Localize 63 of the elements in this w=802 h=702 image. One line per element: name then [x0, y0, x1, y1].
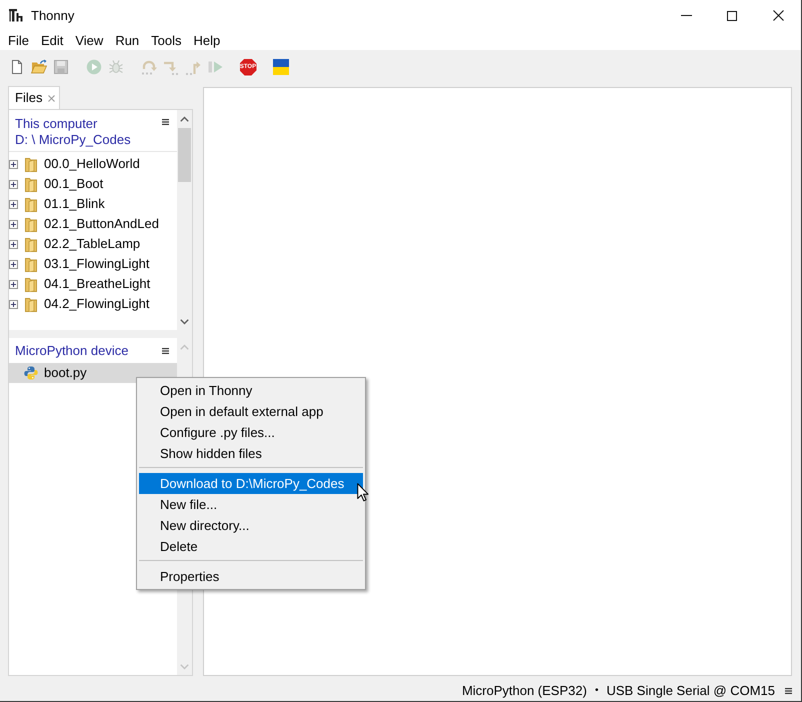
new-file-icon[interactable]: [9, 59, 25, 75]
menu-item[interactable]: Configure .py files...: [139, 422, 363, 443]
expander-icon[interactable]: [9, 260, 18, 268]
expander-icon[interactable]: [9, 220, 18, 228]
menu-bar-item[interactable]: Run: [109, 31, 146, 50]
tree-row[interactable]: 04.2_FlowingLight: [9, 294, 177, 314]
menu-item[interactable]: Open in Thonny: [139, 380, 363, 401]
open-folder-icon[interactable]: [31, 59, 47, 75]
folder-icon: [25, 176, 37, 192]
menu-icon[interactable]: [162, 119, 169, 125]
interpreter-label[interactable]: MicroPython (ESP32): [462, 680, 587, 700]
tree-row[interactable]: 04.1_BreatheLight: [9, 274, 177, 294]
menu-bar-item[interactable]: File: [2, 31, 35, 50]
menu-item[interactable]: Download to D:\MicroPy_Codes: [139, 473, 363, 494]
menu-item[interactable]: New file...: [139, 494, 363, 515]
expander-icon[interactable]: [9, 280, 18, 288]
expander-icon[interactable]: [9, 200, 18, 208]
mouse-pointer-icon: [357, 483, 369, 502]
tree-row[interactable]: 00.0_HelloWorld: [9, 154, 177, 174]
menu-item[interactable]: Open in default external app: [139, 401, 363, 422]
menu-item[interactable]: Show hidden files: [139, 443, 363, 464]
menu-bar-item[interactable]: Help: [188, 31, 226, 50]
tree-row[interactable]: 00.1_Boot: [9, 174, 177, 194]
folder-icon: [25, 236, 37, 252]
tree-row[interactable]: 02.2_TableLamp: [9, 234, 177, 254]
port-label[interactable]: USB Single Serial @ COM15: [606, 680, 775, 700]
folder-icon: [25, 296, 37, 312]
window-title: Thonny: [31, 6, 74, 25]
location-title[interactable]: This computer: [15, 116, 162, 132]
folder-icon: [25, 196, 37, 212]
expander-icon[interactable]: [9, 300, 18, 308]
menu-item[interactable]: Properties: [139, 566, 363, 587]
tree-row[interactable]: 03.1_FlowingLight: [9, 254, 177, 274]
menu-bar-item[interactable]: Tools: [145, 31, 188, 50]
menu-icon[interactable]: [785, 688, 792, 694]
menu-item[interactable]: Delete: [139, 536, 363, 557]
scrollbar-thumb[interactable]: [178, 128, 191, 182]
folder-icon: [25, 216, 37, 232]
tree-row[interactable]: 01.1_Blink: [9, 194, 177, 214]
close-icon[interactable]: [772, 10, 784, 21]
expander-icon[interactable]: [9, 240, 18, 248]
maximize-icon[interactable]: [727, 10, 737, 20]
menu-bar-item[interactable]: Edit: [34, 31, 70, 50]
app-logo-icon: [9, 9, 23, 22]
minimize-icon[interactable]: [680, 15, 692, 16]
folder-icon: [25, 276, 37, 292]
tree-row[interactable]: 02.1_ButtonAndLed: [9, 214, 177, 234]
expander-icon[interactable]: [9, 160, 18, 168]
scroll-down-icon[interactable]: [180, 318, 189, 324]
folder-icon: [25, 156, 37, 172]
separator-dot: •: [594, 684, 598, 698]
folder-icon: [25, 256, 37, 272]
panel-tab[interactable]: Files: [8, 86, 60, 109]
flag-icon[interactable]: [273, 59, 289, 75]
location-title[interactable]: MicroPython device: [15, 340, 162, 360]
script-icon: [24, 366, 38, 380]
menu-bar-item[interactable]: View: [69, 31, 110, 50]
scroll-up-icon[interactable]: [180, 116, 189, 122]
menu-item[interactable]: New directory...: [139, 515, 363, 536]
tree-row[interactable]: boot.py: [9, 363, 177, 383]
expander-icon[interactable]: [9, 180, 18, 188]
menu-icon[interactable]: [162, 348, 169, 354]
location-path[interactable]: D: \ MicroPy_Codes: [15, 132, 162, 148]
